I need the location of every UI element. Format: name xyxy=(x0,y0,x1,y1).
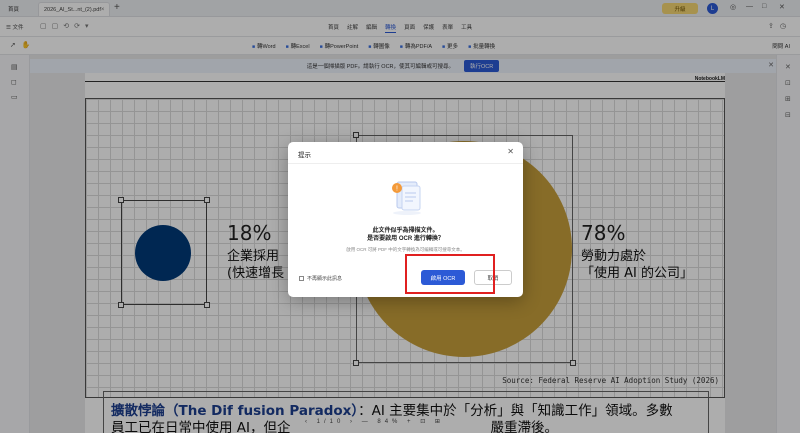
dialog-divider xyxy=(288,163,523,164)
checkbox-label: 不再顯示此訊息 xyxy=(307,276,343,282)
dialog-message-line2: 是否要啟用 OCR 進行轉換？ xyxy=(367,236,444,242)
dialog-message-line1: 此文件似乎為掃描文件。 xyxy=(372,228,439,234)
svg-text:!: ! xyxy=(396,186,398,193)
dialog-message: 此文件似乎為掃描文件。 是否要啟用 OCR 進行轉換？ xyxy=(288,227,523,243)
dont-show-again-checkbox[interactable]: 不再顯示此訊息 xyxy=(299,275,342,282)
highlight-annotation xyxy=(405,254,495,294)
dialog-subtext: 啟用 OCR 可將 PDF 中的文字轉換為可編輯或可搜尋文本。 xyxy=(346,247,465,252)
close-dialog-icon[interactable]: ✕ xyxy=(507,147,514,156)
checkbox-box[interactable] xyxy=(299,276,304,281)
document-scan-illustration-icon: ! xyxy=(392,181,421,215)
dialog-title: 提示 xyxy=(298,152,311,159)
